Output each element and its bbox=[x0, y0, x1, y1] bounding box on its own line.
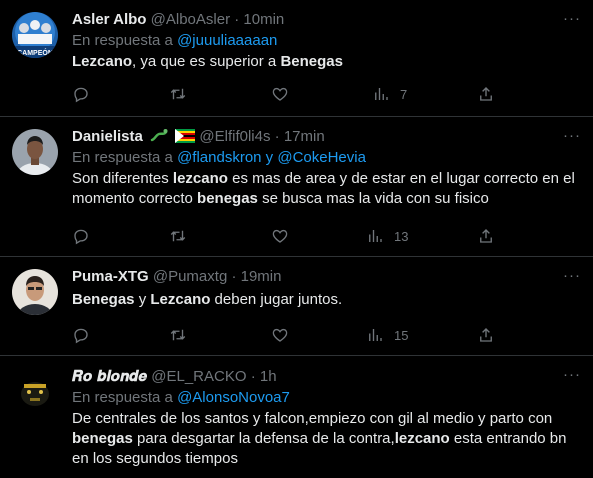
text-span: Son diferentes bbox=[72, 170, 173, 187]
tweet-header: Asler Albo @AlboAsler · 10min bbox=[72, 10, 579, 30]
share-button[interactable] bbox=[477, 84, 495, 104]
share-icon bbox=[480, 87, 492, 101]
reply-mention-link[interactable]: @flandskron y @CokeHevia bbox=[177, 149, 366, 166]
text-span: De centrales de los santos y falcon,empi… bbox=[72, 410, 553, 427]
reply-context: En respuesta a @juuuliaaaaan bbox=[72, 31, 579, 51]
text-bold: lezcano bbox=[394, 430, 450, 447]
heart-icon bbox=[272, 328, 288, 342]
separator: · bbox=[250, 368, 256, 385]
more-options-icon[interactable]: ··· bbox=[563, 267, 581, 284]
reply-button[interactable] bbox=[72, 226, 90, 246]
share-button[interactable] bbox=[477, 325, 495, 345]
more-options-icon[interactable]: ··· bbox=[563, 10, 581, 27]
reply-mention-link[interactable]: @juuuliaaaaan bbox=[177, 32, 277, 49]
reply-icon bbox=[74, 229, 88, 245]
display-name[interactable]: Danielista bbox=[72, 128, 143, 145]
separator: · bbox=[274, 128, 280, 145]
reply-context: En respuesta a @AlonsoNovoa7 bbox=[72, 388, 579, 408]
avatar-label: CAMPEÓN bbox=[17, 48, 53, 57]
lizard-emoji-icon bbox=[150, 129, 168, 142]
text-bold: Benegas bbox=[72, 291, 135, 308]
retweet-button[interactable] bbox=[169, 325, 187, 345]
tweet-text: Son diferentes lezcano es mas de area y … bbox=[72, 169, 579, 209]
reply-prefix: En respuesta a bbox=[72, 32, 173, 49]
analytics-icon bbox=[369, 230, 382, 242]
retweet-button[interactable] bbox=[169, 84, 187, 104]
avatar[interactable]: CAMPEÓN bbox=[12, 12, 58, 58]
more-options-icon[interactable]: ··· bbox=[563, 127, 581, 144]
text-bold: Lezcano bbox=[150, 291, 211, 308]
display-name[interactable]: 𝑹𝒐 𝒃𝒍𝒐𝒏𝒅𝒆 bbox=[72, 367, 147, 385]
display-name[interactable]: Puma-XTG bbox=[72, 268, 149, 285]
reply-button[interactable] bbox=[72, 325, 90, 345]
tweet[interactable]: CAMPEÓN Asler Albo @AlboAsler · 10min En… bbox=[0, 0, 593, 117]
views-button[interactable]: 7 bbox=[372, 84, 407, 104]
avatar[interactable] bbox=[12, 368, 58, 414]
tweet-header: Danielista @Elfif0li4s · 17min bbox=[72, 127, 579, 147]
text-bold: Lezcano bbox=[72, 53, 133, 70]
text-bold: lezcano bbox=[172, 170, 228, 187]
text-span: para desgartar la defensa de la contra, bbox=[132, 430, 395, 447]
tweet-text: De centrales de los santos y falcon,empi… bbox=[72, 409, 579, 469]
share-icon bbox=[480, 328, 492, 342]
reply-context: En respuesta a @flandskron y @CokeHevia bbox=[72, 148, 579, 168]
user-handle[interactable]: @AlboAsler bbox=[151, 11, 230, 28]
analytics-icon bbox=[375, 88, 388, 100]
reply-mention-link[interactable]: @AlonsoNovoa7 bbox=[177, 389, 290, 406]
view-count: 15 bbox=[394, 327, 409, 343]
tweet[interactable]: Puma-XTG @Pumaxtg · 19min Benegas y Lezc… bbox=[0, 257, 593, 356]
display-name[interactable]: Asler Albo bbox=[72, 11, 146, 28]
user-handle[interactable]: @Pumaxtg bbox=[153, 268, 227, 285]
heart-icon bbox=[272, 229, 288, 243]
view-count: 7 bbox=[400, 86, 408, 102]
views-button[interactable]: 15 bbox=[366, 325, 408, 345]
more-options-icon[interactable]: ··· bbox=[563, 366, 581, 383]
separator: · bbox=[231, 268, 237, 285]
avatar[interactable] bbox=[12, 129, 58, 175]
tweet-text: Lezcano, ya que es superior a Benegas bbox=[72, 52, 579, 72]
text-span: y bbox=[134, 291, 151, 308]
tweet-header: Puma-XTG @Pumaxtg · 19min bbox=[72, 267, 579, 287]
view-count: 13 bbox=[394, 228, 409, 244]
avatar[interactable] bbox=[12, 269, 58, 315]
tweet[interactable]: Danielista @Elfif0li4s · 17min En respue… bbox=[0, 117, 593, 257]
like-button[interactable] bbox=[271, 226, 289, 246]
action-bar: 13 bbox=[72, 226, 512, 246]
timestamp[interactable]: 10min bbox=[243, 11, 284, 28]
views-button[interactable]: 13 bbox=[366, 226, 408, 246]
timestamp[interactable]: 19min bbox=[241, 268, 282, 285]
user-handle[interactable]: @EL_RACKO bbox=[151, 368, 246, 385]
text-bold: benegas bbox=[197, 190, 258, 207]
retweet-icon bbox=[170, 230, 186, 242]
heart-icon bbox=[272, 87, 288, 101]
reply-button[interactable] bbox=[72, 84, 90, 104]
reply-icon bbox=[74, 87, 88, 103]
reply-prefix: En respuesta a bbox=[72, 389, 173, 406]
retweet-icon bbox=[170, 329, 186, 341]
like-button[interactable] bbox=[271, 325, 289, 345]
analytics-icon bbox=[369, 329, 382, 341]
tweet[interactable]: 𝑹𝒐 𝒃𝒍𝒐𝒏𝒅𝒆 @EL_RACKO · 1h En respuesta a … bbox=[0, 356, 593, 478]
text-span: se busca mas la vida con su fisico bbox=[257, 190, 489, 207]
action-bar: 7 bbox=[72, 84, 512, 104]
text-span: , ya que es superior a bbox=[132, 53, 281, 70]
share-button[interactable] bbox=[477, 226, 495, 246]
text-bold: benegas bbox=[72, 430, 133, 447]
user-handle[interactable]: @Elfif0li4s bbox=[199, 128, 270, 145]
reply-prefix: En respuesta a bbox=[72, 149, 173, 166]
share-icon bbox=[480, 229, 492, 243]
tweet-text: Benegas y Lezcano deben jugar juntos. bbox=[72, 290, 579, 310]
retweet-button[interactable] bbox=[169, 226, 187, 246]
timestamp[interactable]: 17min bbox=[284, 128, 325, 145]
separator: · bbox=[234, 11, 240, 28]
text-span: deben jugar juntos. bbox=[210, 291, 343, 308]
retweet-icon bbox=[170, 88, 186, 100]
reply-icon bbox=[74, 328, 88, 344]
tweet-header: 𝑹𝒐 𝒃𝒍𝒐𝒏𝒅𝒆 @EL_RACKO · 1h bbox=[72, 366, 579, 387]
timestamp[interactable]: 1h bbox=[260, 368, 277, 385]
text-bold: Benegas bbox=[280, 53, 343, 70]
like-button[interactable] bbox=[271, 84, 289, 104]
action-bar: 15 bbox=[72, 325, 512, 345]
zimbabwe-flag-icon bbox=[175, 129, 196, 143]
